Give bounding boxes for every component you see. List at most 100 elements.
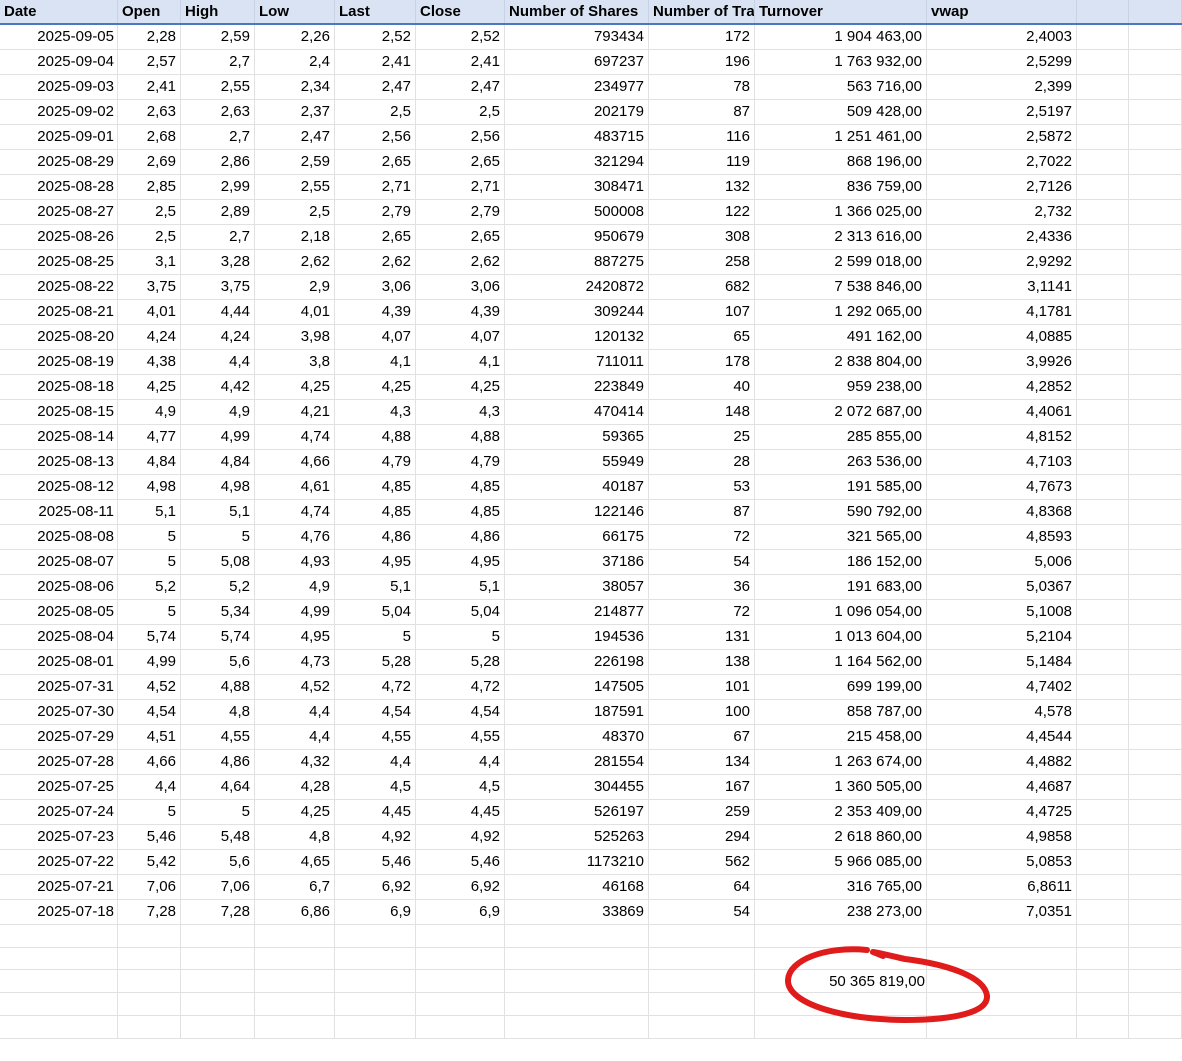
cell-number-of-shares[interactable]: 59365 (505, 425, 649, 449)
cell-date[interactable]: 2025-08-27 (0, 200, 118, 224)
empty-cell[interactable] (335, 993, 416, 1015)
empty-cell[interactable] (1077, 948, 1129, 969)
cell-col-l[interactable] (1129, 875, 1182, 899)
cell-high[interactable]: 4,88 (181, 675, 255, 699)
cell-col-k[interactable] (1077, 25, 1129, 49)
cell-close[interactable]: 5,46 (416, 850, 505, 874)
cell-col-k[interactable] (1077, 275, 1129, 299)
empty-cell[interactable] (1077, 1016, 1129, 1038)
cell-high[interactable]: 2,99 (181, 175, 255, 199)
empty-cell[interactable] (335, 925, 416, 947)
empty-cell[interactable] (1129, 925, 1182, 947)
cell-open[interactable]: 2,68 (118, 125, 181, 149)
cell-number-of-trades[interactable]: 72 (649, 525, 755, 549)
cell-vwap[interactable]: 2,5299 (927, 50, 1077, 74)
cell-number-of-shares[interactable]: 2420872 (505, 275, 649, 299)
cell-vwap[interactable]: 4,9858 (927, 825, 1077, 849)
cell-open[interactable]: 2,5 (118, 200, 181, 224)
empty-cell[interactable] (1129, 1016, 1182, 1038)
cell-close[interactable]: 5,04 (416, 600, 505, 624)
cell-col-k[interactable] (1077, 525, 1129, 549)
cell-number-of-trades[interactable]: 308 (649, 225, 755, 249)
cell-turnover[interactable]: 509 428,00 (755, 100, 927, 124)
cell-col-l[interactable] (1129, 275, 1182, 299)
cell-close[interactable]: 4,95 (416, 550, 505, 574)
cell-date[interactable]: 2025-08-18 (0, 375, 118, 399)
cell-col-k[interactable] (1077, 175, 1129, 199)
cell-vwap[interactable]: 5,2104 (927, 625, 1077, 649)
cell-date[interactable]: 2025-08-25 (0, 250, 118, 274)
cell-number-of-shares[interactable]: 526197 (505, 800, 649, 824)
cell-turnover[interactable]: 285 855,00 (755, 425, 927, 449)
empty-cell[interactable] (255, 948, 335, 969)
empty-cell[interactable] (0, 1016, 118, 1038)
cell-high[interactable]: 2,7 (181, 225, 255, 249)
cell-open[interactable]: 2,69 (118, 150, 181, 174)
cell-date[interactable]: 2025-08-13 (0, 450, 118, 474)
empty-cell[interactable] (0, 925, 118, 947)
cell-number-of-shares[interactable]: 950679 (505, 225, 649, 249)
cell-open[interactable]: 4,24 (118, 325, 181, 349)
cell-high[interactable]: 3,28 (181, 250, 255, 274)
cell-close[interactable]: 6,9 (416, 900, 505, 924)
cell-col-k[interactable] (1077, 725, 1129, 749)
cell-last[interactable]: 5,28 (335, 650, 416, 674)
cell-close[interactable]: 4,45 (416, 800, 505, 824)
cell-last[interactable]: 2,52 (335, 25, 416, 49)
cell-turnover[interactable]: 186 152,00 (755, 550, 927, 574)
cell-low[interactable]: 4,74 (255, 500, 335, 524)
cell-low[interactable]: 4,9 (255, 575, 335, 599)
cell-turnover[interactable]: 2 072 687,00 (755, 400, 927, 424)
cell-number-of-trades[interactable]: 36 (649, 575, 755, 599)
cell-low[interactable]: 4,25 (255, 800, 335, 824)
cell-turnover[interactable]: 263 536,00 (755, 450, 927, 474)
cell-turnover[interactable]: 5 966 085,00 (755, 850, 927, 874)
empty-cell[interactable] (649, 948, 755, 969)
cell-high[interactable]: 7,06 (181, 875, 255, 899)
empty-cell[interactable] (1129, 948, 1182, 969)
column-header-high[interactable]: High (181, 0, 255, 23)
cell-vwap[interactable]: 2,4003 (927, 25, 1077, 49)
cell-col-l[interactable] (1129, 225, 1182, 249)
cell-number-of-trades[interactable]: 258 (649, 250, 755, 274)
cell-close[interactable]: 4,79 (416, 450, 505, 474)
cell-vwap[interactable]: 4,4687 (927, 775, 1077, 799)
empty-cell[interactable] (181, 948, 255, 969)
cell-close[interactable]: 2,79 (416, 200, 505, 224)
column-header-last[interactable]: Last (335, 0, 416, 23)
empty-cell[interactable] (118, 970, 181, 992)
cell-number-of-shares[interactable]: 793434 (505, 25, 649, 49)
cell-number-of-shares[interactable]: 55949 (505, 450, 649, 474)
cell-high[interactable]: 5 (181, 525, 255, 549)
cell-high[interactable]: 4,24 (181, 325, 255, 349)
empty-cell[interactable] (181, 993, 255, 1015)
cell-last[interactable]: 2,65 (335, 150, 416, 174)
empty-cell[interactable] (1077, 993, 1129, 1015)
cell-date[interactable]: 2025-07-30 (0, 700, 118, 724)
cell-high[interactable]: 5,1 (181, 500, 255, 524)
cell-col-k[interactable] (1077, 250, 1129, 274)
cell-high[interactable]: 5,48 (181, 825, 255, 849)
cell-number-of-trades[interactable]: 134 (649, 750, 755, 774)
cell-open[interactable]: 5 (118, 600, 181, 624)
cell-col-l[interactable] (1129, 775, 1182, 799)
cell-number-of-trades[interactable]: 54 (649, 900, 755, 924)
cell-vwap[interactable]: 2,4336 (927, 225, 1077, 249)
cell-vwap[interactable]: 5,1484 (927, 650, 1077, 674)
cell-last[interactable]: 5,1 (335, 575, 416, 599)
cell-date[interactable]: 2025-09-04 (0, 50, 118, 74)
cell-high[interactable]: 2,86 (181, 150, 255, 174)
cell-turnover[interactable]: 1 164 562,00 (755, 650, 927, 674)
cell-open[interactable]: 4,54 (118, 700, 181, 724)
cell-turnover[interactable]: 2 838 804,00 (755, 350, 927, 374)
cell-date[interactable]: 2025-08-06 (0, 575, 118, 599)
cell-number-of-shares[interactable]: 202179 (505, 100, 649, 124)
cell-number-of-trades[interactable]: 78 (649, 75, 755, 99)
cell-turnover[interactable]: 1 904 463,00 (755, 25, 927, 49)
cell-open[interactable]: 2,5 (118, 225, 181, 249)
cell-low[interactable]: 4,21 (255, 400, 335, 424)
cell-number-of-trades[interactable]: 67 (649, 725, 755, 749)
cell-low[interactable]: 4,65 (255, 850, 335, 874)
cell-high[interactable]: 2,7 (181, 125, 255, 149)
cell-number-of-trades[interactable]: 40 (649, 375, 755, 399)
